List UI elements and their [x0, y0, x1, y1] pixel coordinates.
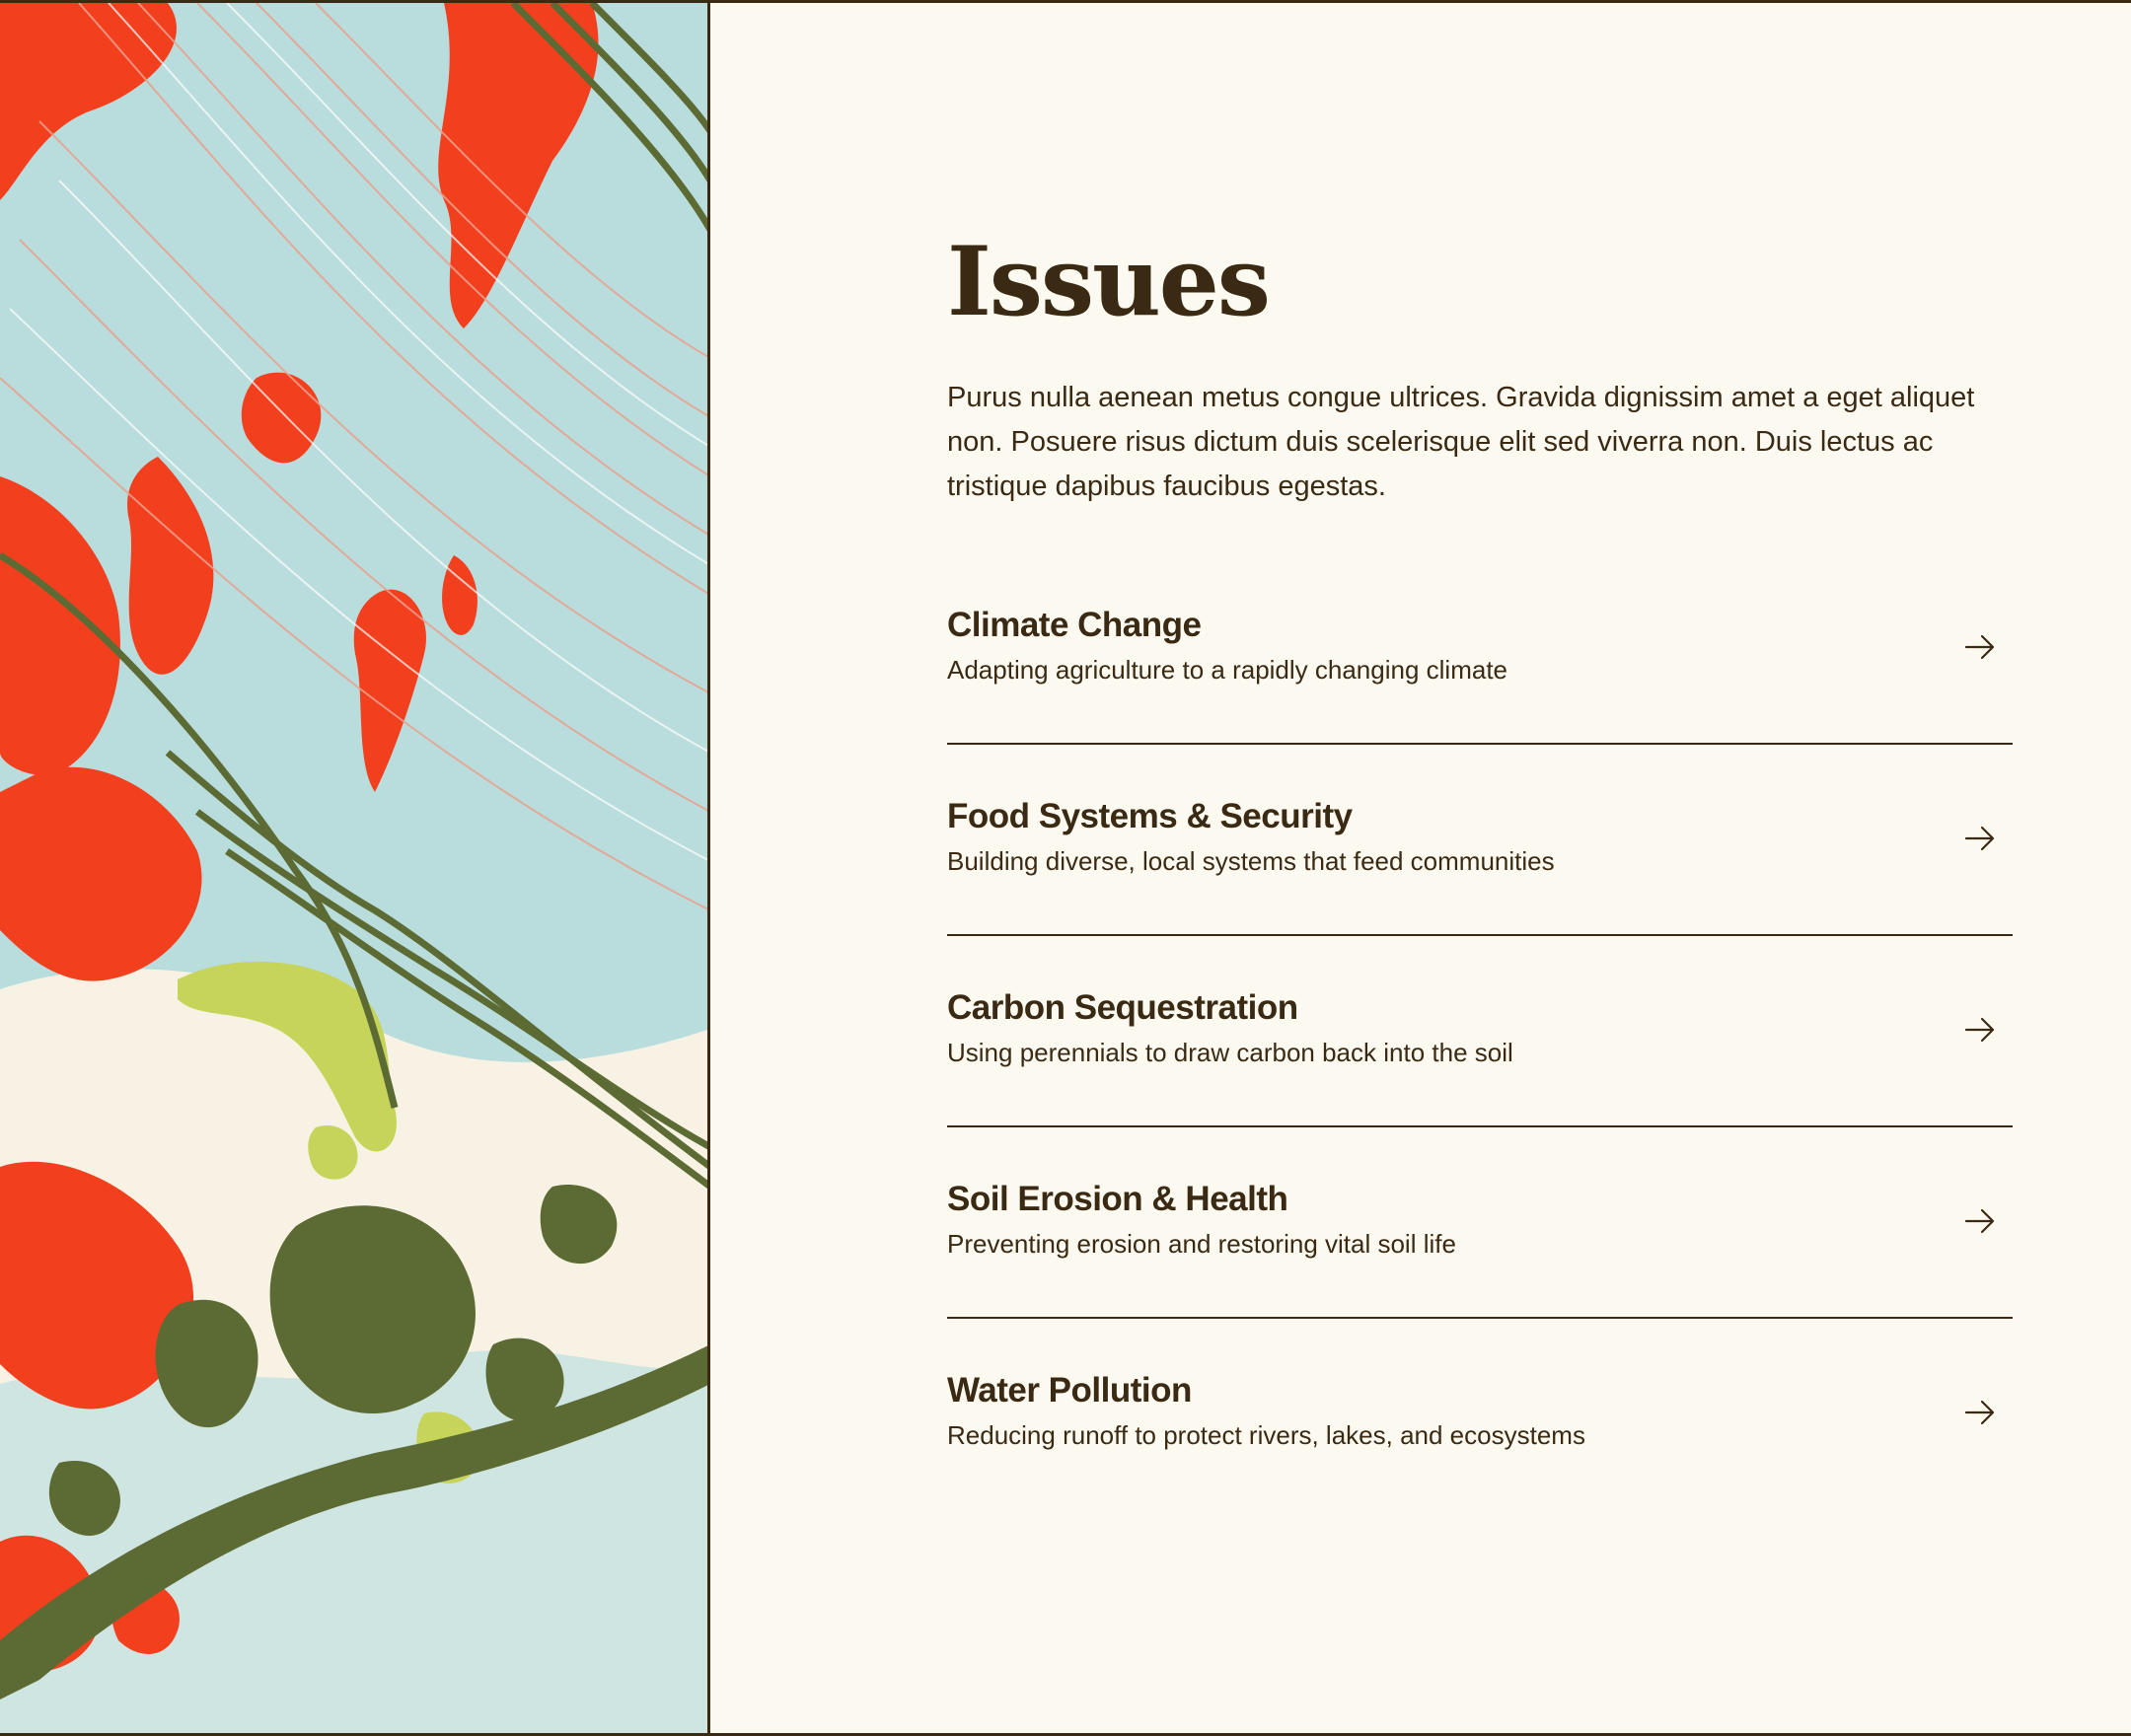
page-frame: Issues Purus nulla aenean metus congue u… — [0, 0, 2131, 1736]
arrow-right-icon[interactable] — [1963, 1204, 1997, 1238]
artwork-graphic — [0, 3, 707, 1733]
issues-list: Climate Change Adapting agriculture to a… — [947, 553, 2013, 1510]
arrow-right-icon[interactable] — [1963, 822, 1997, 855]
arrow-right-icon[interactable] — [1963, 1396, 1997, 1429]
intro-paragraph: Purus nulla aenean metus congue ultrices… — [947, 382, 1975, 502]
issue-subtitle: Building diverse, local systems that fee… — [947, 846, 1555, 876]
issue-subtitle: Adapting agriculture to a rapidly changi… — [947, 655, 1508, 685]
page-title: Issues — [947, 226, 1271, 337]
arrow-right-icon[interactable] — [1963, 630, 1997, 664]
issue-item-soil-erosion[interactable]: Soil Erosion & Health Preventing erosion… — [947, 1127, 2013, 1319]
issue-title: Soil Erosion & Health — [947, 1180, 1288, 1218]
issue-item-food-systems[interactable]: Food Systems & Security Building diverse… — [947, 745, 2013, 936]
issue-item-water-pollution[interactable]: Water Pollution Reducing runoff to prote… — [947, 1319, 2013, 1510]
issue-item-carbon-sequestration[interactable]: Carbon Sequestration Using perennials to… — [947, 936, 2013, 1127]
issue-subtitle: Preventing erosion and restoring vital s… — [947, 1229, 1456, 1259]
issue-subtitle: Using perennials to draw carbon back int… — [947, 1038, 1513, 1067]
issue-title: Climate Change — [947, 606, 1202, 644]
issue-item-climate-change[interactable]: Climate Change Adapting agriculture to a… — [947, 553, 2013, 745]
abstract-map-artwork — [0, 3, 710, 1733]
issues-section: Issues Purus nulla aenean metus congue u… — [947, 3, 2013, 1733]
arrow-right-icon[interactable] — [1963, 1013, 1997, 1047]
issue-title: Carbon Sequestration — [947, 988, 1298, 1027]
issue-subtitle: Reducing runoff to protect rivers, lakes… — [947, 1420, 1585, 1450]
issue-title: Food Systems & Security — [947, 797, 1353, 835]
issue-title: Water Pollution — [947, 1371, 1192, 1410]
